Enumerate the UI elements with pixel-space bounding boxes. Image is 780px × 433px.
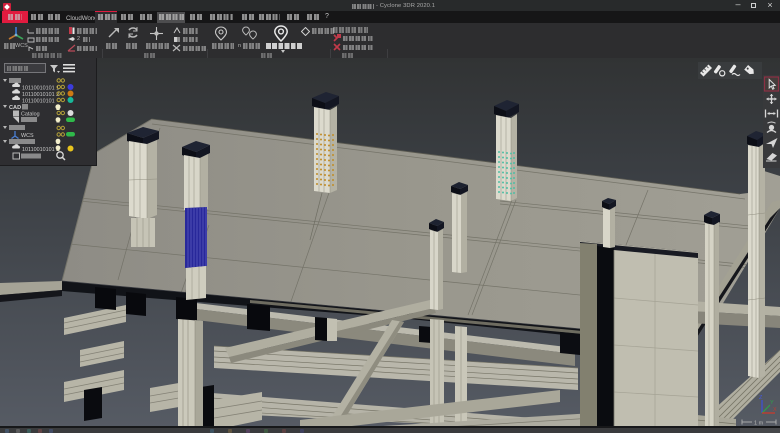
svg-text:10110010101 2: 10110010101 2 (22, 92, 59, 98)
svg-text:X: X (773, 407, 777, 413)
svg-text:1 m: 1 m (754, 421, 764, 427)
svg-text:10110010101 1: 10110010101 1 (22, 85, 59, 91)
svg-text:Catalog: Catalog (21, 112, 40, 118)
svg-text:WCS: WCS (21, 133, 34, 139)
svg-text:CAD: CAD (9, 105, 21, 111)
svg-text:Y: Y (770, 400, 774, 406)
svg-text:10110010101: 10110010101 (22, 98, 55, 104)
svg-text:10110010101 2: 10110010101 2 (22, 147, 59, 153)
